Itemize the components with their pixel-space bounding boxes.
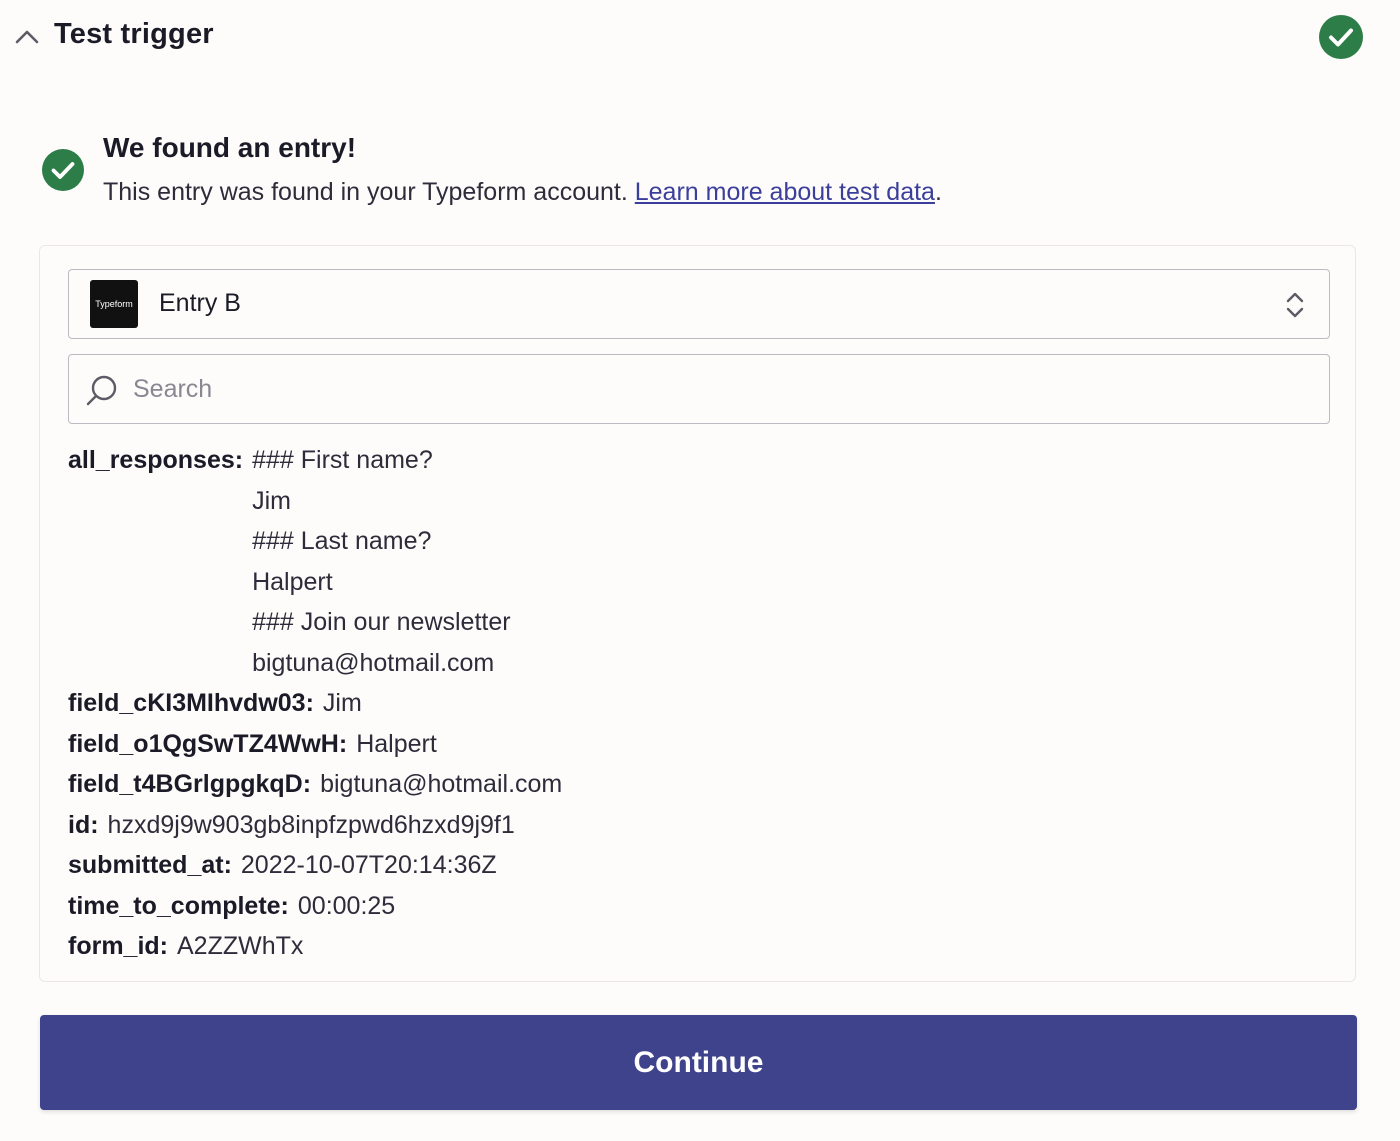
field-value: ### Join our newsletter: [252, 608, 511, 636]
result-description-text: This entry was found in your Typeform ac…: [103, 178, 635, 206]
field-key: field_o1QgSwTZ4WwH:: [68, 729, 348, 758]
field-value: ### First name?: [252, 446, 433, 474]
chevron-up-icon: [15, 30, 39, 44]
continue-button[interactable]: Continue: [40, 1015, 1357, 1110]
field-key: field_t4BGrlgpgkqD:: [68, 770, 312, 798]
field-key: submitted_at:: [68, 851, 232, 879]
field-value: 00:00:25: [297, 891, 396, 920]
field-values: ### First name? Jim ### Last name? Halpert #…: [252, 440, 510, 683]
entry-selector[interactable]: Typeform Entry B: [68, 269, 1330, 339]
field-value: 2022-10-07T20:14:36Z: [240, 851, 497, 879]
field-value: Halpert: [252, 567, 333, 596]
step-title: Test trigger: [54, 18, 214, 50]
learn-more-link[interactable]: Learn more about test data: [635, 178, 935, 206]
result-description-suffix: .: [934, 178, 942, 206]
step-header: Test trigger: [0, 0, 1400, 80]
field-key: id:: [68, 810, 99, 839]
field-row: field_t4BGrlgpgkqD: bigtuna@hotmail.com: [68, 764, 1318, 805]
field-values: 2022-10-07T20:14:36Z: [241, 845, 497, 886]
search-box: [68, 354, 1330, 424]
result-title: We found an entry!: [103, 132, 357, 163]
entry-panel: Typeform Entry B all_responses: ### First…: [39, 245, 1356, 982]
field-value: ### Last name?: [252, 527, 432, 555]
check-circle-icon: [1319, 15, 1363, 59]
search-icon: [86, 375, 117, 406]
selected-entry-label: Entry B: [159, 289, 241, 317]
field-value: Jim: [252, 486, 291, 515]
field-values: Jim: [323, 683, 362, 724]
collapse-button[interactable]: [12, 24, 42, 48]
entry-fields: all_responses: ### First name? Jim ### Last…: [68, 440, 1318, 967]
field-row: field_o1QgSwTZ4WwH: Halpert: [68, 724, 1318, 765]
field-row: id: hzxd9j9w903gb8inpfzpwd6hzxd9j9f1: [68, 805, 1318, 846]
field-key: form_id:: [68, 932, 168, 960]
field-row: all_responses: ### First name? Jim ### Last…: [68, 440, 1318, 683]
field-key: time_to_complete:: [68, 891, 289, 920]
field-value: Halpert: [356, 729, 437, 758]
field-values: hzxd9j9w903gb8inpfzpwd6hzxd9j9f1: [108, 805, 515, 846]
field-value: hzxd9j9w903gb8inpfzpwd6hzxd9j9f1: [107, 810, 515, 839]
field-values: 00:00:25: [298, 886, 395, 927]
field-value: Jim: [322, 689, 362, 717]
typeform-logo: Typeform: [90, 280, 138, 328]
field-value: bigtuna@hotmail.com: [252, 648, 495, 677]
field-row: submitted_at: 2022-10-07T20:14:36Z: [68, 845, 1318, 886]
success-check-icon: [42, 149, 84, 191]
field-row: field_cKI3MIhvdw03: Jim: [68, 683, 1318, 724]
field-value: bigtuna@hotmail.com: [320, 770, 563, 798]
field-key: field_cKI3MIhvdw03:: [68, 689, 314, 717]
field-row: form_id: A2ZZWhTx: [68, 926, 1318, 967]
field-row: time_to_complete: 00:00:25: [68, 886, 1318, 927]
field-values: bigtuna@hotmail.com: [320, 764, 562, 805]
field-values: A2ZZWhTx: [177, 926, 303, 967]
chevron-up-down-icon: [1286, 292, 1304, 318]
search-input[interactable]: [133, 369, 1303, 409]
result-description: This entry was found in your Typeform ac…: [103, 178, 942, 207]
field-value: A2ZZWhTx: [177, 932, 304, 960]
field-values: Halpert: [356, 724, 437, 765]
field-key: all_responses:: [68, 446, 244, 474]
